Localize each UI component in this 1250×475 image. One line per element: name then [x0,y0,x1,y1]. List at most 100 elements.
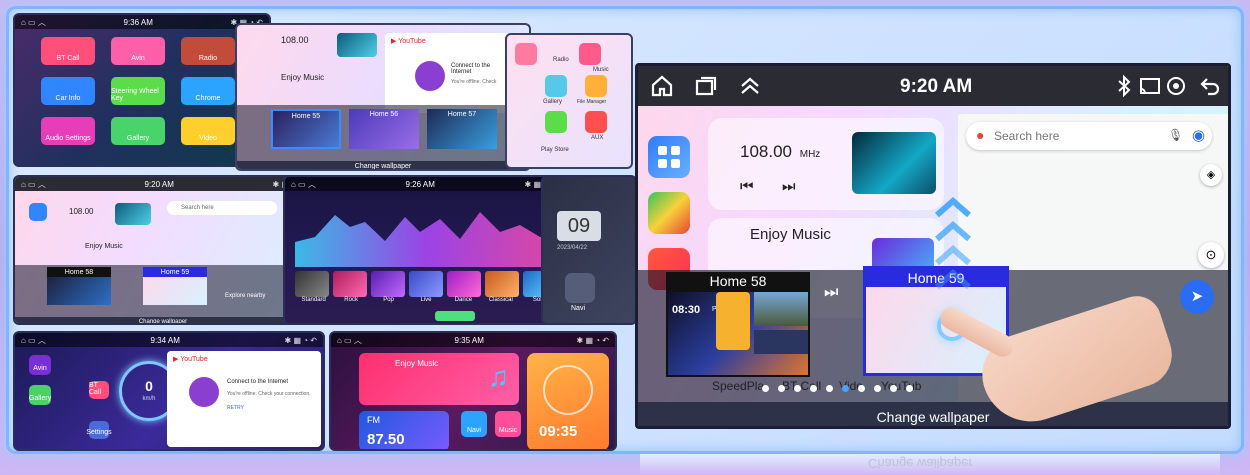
home-icon: ⌂ ▭ ︿ [337,335,362,345]
app-radio[interactable]: Radio [181,37,235,65]
change-wallpaper-button[interactable]: Change wallpaper [15,317,311,323]
album-art [852,132,936,194]
home-icon: ⌂ ▭ ︿ [291,179,316,189]
search-input[interactable]: Search here [167,201,277,215]
wallpaper-thumb[interactable]: Home 58 08:30 PM [666,272,810,377]
previous-icon[interactable]: ⏮ [740,178,754,195]
swipe-up-arrows-icon [933,195,973,315]
change-wallpaper-button[interactable]: Change wallpaper [237,161,529,169]
eq-active-button[interactable] [435,311,475,321]
app-gallery[interactable]: Gallery [29,385,51,405]
app-gallery[interactable]: Gallery [111,117,165,145]
app-steering-wheel-key[interactable]: Steering Wheel Key [111,77,165,105]
app-file-manager[interactable] [585,75,607,97]
page-dot[interactable] [810,385,817,392]
youtube-offline-title: Connect to the Internet [451,63,491,75]
music-title: Enjoy Music [281,73,325,82]
app-gallery[interactable] [545,75,567,97]
wallpaper-thumb[interactable]: Home 55 [271,109,341,149]
directions-icon[interactable]: ➤ [1180,280,1214,314]
bluetooth-icon [1118,74,1131,98]
home-icon: ⌂ ▭ ︿ [21,335,46,345]
wallpaper-thumb-selected[interactable]: Home 59 [143,267,207,305]
home-icon[interactable] [650,74,674,98]
back-icon[interactable] [1198,74,1222,98]
app-chrome[interactable]: Chrome [181,77,235,105]
app-bt-call[interactable]: BT Call [89,381,109,399]
eq-presets [295,271,557,297]
clock: 9:20 AM [144,179,174,189]
app-bt-call[interactable]: BT Call [41,37,95,65]
app-radio[interactable] [515,43,537,65]
app-music[interactable] [579,43,601,65]
app-grid-icon[interactable] [29,203,47,221]
app-audio-settings[interactable]: Audio Settings [41,117,95,145]
clock: 9:36 AM [123,17,153,27]
fm-card[interactable]: FM 87.50 [359,411,449,449]
page-dot[interactable] [778,385,785,392]
clock: 9:26 AM [405,179,435,189]
screen-tile-wallpaper-b: 108.00 Enjoy Music ▶ YouTube Connect to … [235,23,531,171]
next-icon[interactable]: ⏭ [824,284,838,302]
status-bar: ⌂ ▭ ︿ 9:20 AM ✱ ▦ ◔ ↶ [15,177,311,191]
wallpaper-thumb[interactable]: Home 56 [349,109,419,149]
offline-illustration [189,377,219,407]
screen-tile-clock: 09 2023/04/22 Navi [541,175,637,325]
wallpaper-thumb[interactable]: Home 57 [427,109,497,149]
next-icon[interactable]: ⏭ [782,178,796,195]
app-drawer-icon[interactable] [648,136,690,178]
preset-pop[interactable] [371,271,405,297]
mic-icon[interactable]: 🎙 [1168,128,1183,142]
chevron-up-icon[interactable] [738,74,762,98]
cast-icon [1140,78,1160,94]
page-dot[interactable] [826,385,833,392]
search-bar[interactable]: ● 🎙 ◉ [966,122,1212,150]
app-avin[interactable]: Avin [29,355,51,375]
wallpaper-thumb[interactable]: Home 58 [47,267,111,305]
status-bar: ⌂ ▭ ︿ 9:34 AM ✱ ▦ ◔ ↶ [15,333,323,347]
screen-tile-wallpaper-d: ⌂ ▭ ︿ 9:20 AM ✱ ▦ ◔ ↶ 108.00 Enjoy Music… [13,175,313,325]
app-settings[interactable]: Settings [86,421,112,439]
preset-rock[interactable] [333,271,367,297]
my-location-icon[interactable]: ⊙ [1198,242,1224,268]
app-car-info[interactable]: Car Info [41,77,95,105]
preset-standard[interactable] [295,271,329,297]
recent-apps-icon[interactable] [694,74,718,98]
preset-dance[interactable] [447,271,481,297]
music-title: Enjoy Music [85,243,123,250]
page-dot[interactable] [890,385,897,392]
change-wallpaper-button[interactable]: Change wallpaper [638,402,1228,426]
page-dot[interactable] [858,385,865,392]
product-frame: ⌂ ▭ ︿ 9:36 AM ✱ ▦ ◔ ↶ BT Call Avin Radio… [6,6,1244,454]
layers-icon[interactable]: ◈ [1200,164,1222,186]
youtube-logo-icon: ▶ YouTube [391,38,426,45]
page-dot[interactable] [906,385,913,392]
app-steering-wheel-key[interactable] [545,111,567,133]
clock-date: 2023/04/22 [557,245,588,251]
preset-classical[interactable] [485,271,519,297]
page-dot[interactable] [794,385,801,392]
page-dot[interactable] [874,385,881,392]
account-icon[interactable]: ◉ [1192,126,1205,144]
youtube-card: ▶ YouTube Connect to the Internet You're… [167,351,321,447]
navi-icon[interactable] [565,273,595,303]
search-input[interactable] [994,126,1154,146]
maps-icon[interactable] [648,192,690,234]
app-navi[interactable]: Navi [461,411,487,437]
retry-button[interactable]: RETRY [227,405,244,411]
app-music[interactable]: Music [495,411,521,437]
page-dot[interactable] [842,385,849,392]
page-dot[interactable] [762,385,769,392]
app-aux[interactable] [585,111,607,133]
radio-card[interactable]: 108.00 MHz ⏮ ⏭ [708,118,944,210]
maps-pin-icon: ● [976,127,985,143]
clock-widget: 09:35 [527,353,609,449]
preset-live[interactable] [409,271,443,297]
youtube-logo-icon: ▶ YouTube [173,356,208,363]
radio-frequency: 108.00 MHz [740,142,821,161]
app-avin[interactable]: Avin [111,37,165,65]
explore-nearby[interactable]: Explore nearby [225,293,265,299]
eq-visualizer [295,212,557,267]
music-card[interactable]: Enjoy Music ♫ [359,353,519,405]
app-video[interactable]: Video [181,117,235,145]
